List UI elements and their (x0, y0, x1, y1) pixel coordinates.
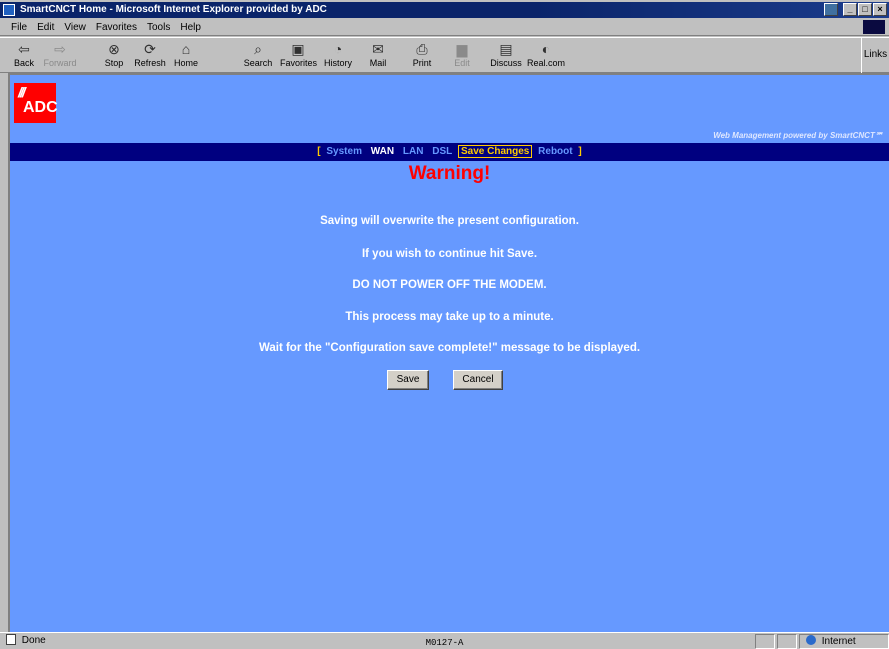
save-button[interactable]: Save (387, 370, 429, 390)
message-wait: Wait for the "Configuration save complet… (258, 342, 641, 354)
browser-window: SmartCNCT Home - Microsoft Internet Expl… (0, 0, 889, 649)
toolbar: ⇦ Back ⇨ Forward ⊗ Stop ⟳ Refresh ⌂ Home… (0, 37, 889, 73)
print-button[interactable]: ⎙ Print (404, 40, 440, 72)
home-button[interactable]: ⌂ Home (168, 40, 204, 72)
discuss-button[interactable]: ▤ Discuss (488, 40, 524, 72)
menu-favorites[interactable]: Favorites (91, 19, 142, 35)
message-overwrite: Saving will overwrite the present config… (320, 215, 579, 227)
realcom-icon: ◐ (541, 41, 551, 57)
adc-logo: /// ADC (14, 83, 58, 123)
favorites-folder-icon: ▣ (291, 41, 305, 57)
refresh-icon: ⟳ (144, 41, 156, 57)
discuss-icon: ▤ (499, 41, 513, 57)
nav-lan[interactable]: LAN (400, 146, 427, 157)
refresh-button[interactable]: ⟳ Refresh (132, 40, 168, 72)
history-button[interactable]: ◔ History (320, 40, 356, 72)
forward-arrow-icon: ⇨ (54, 41, 66, 57)
maximize-button[interactable]: □ (858, 3, 872, 16)
menu-help[interactable]: Help (175, 19, 206, 35)
links-button[interactable]: Links (861, 37, 889, 73)
mail-icon: ✉ (372, 41, 384, 57)
menu-tools[interactable]: Tools (142, 19, 175, 35)
warning-title: Warning! (408, 163, 491, 184)
nav-save-changes[interactable]: Save Changes (458, 145, 533, 158)
nav-bar: [ System WAN LAN DSL Save Changes Reboot… (10, 143, 889, 161)
powered-by-text: Web Management powered by SmartCNCT℠ (713, 131, 883, 140)
edit-icon: ▆ (456, 41, 468, 57)
menu-edit[interactable]: Edit (32, 19, 59, 35)
search-icon: ⌕ (254, 41, 262, 57)
minimize-button[interactable]: _ (843, 3, 857, 16)
figure-caption: M0127-A (425, 638, 464, 648)
windows-logo-icon (863, 20, 885, 34)
nav-reboot[interactable]: Reboot (535, 146, 575, 157)
ie-app-icon (3, 4, 15, 16)
back-arrow-icon: ⇦ (18, 41, 30, 57)
mail-button[interactable]: ✉ Mail (360, 40, 396, 72)
stop-icon: ⊗ (108, 41, 120, 57)
menu-file[interactable]: File (6, 19, 32, 35)
back-button[interactable]: ⇦ Back (6, 40, 42, 72)
title-bar: SmartCNCT Home - Microsoft Internet Expl… (0, 2, 889, 18)
cancel-button[interactable]: Cancel (453, 370, 503, 390)
history-icon: ◔ (333, 41, 343, 57)
realcom-button[interactable]: ◐ Real.com (524, 40, 568, 72)
message-duration: This process may take up to a minute. (345, 311, 554, 323)
taskbar-cube-icon (824, 3, 838, 16)
message-continue: If you wish to continue hit Save. (361, 248, 538, 260)
printer-icon: ⎙ (416, 41, 428, 57)
close-button[interactable]: × (873, 3, 887, 16)
menu-bar: File Edit View Favorites Tools Help (0, 19, 889, 36)
page-content: /// ADC Web Management powered by SmartC… (8, 73, 889, 632)
favorites-button[interactable]: ▣ Favorites (280, 40, 317, 72)
window-title: SmartCNCT Home - Microsoft Internet Expl… (20, 4, 327, 15)
stop-button[interactable]: ⊗ Stop (96, 40, 132, 72)
search-button[interactable]: ⌕ Search (240, 40, 276, 72)
nav-dsl[interactable]: DSL (429, 146, 455, 157)
forward-button[interactable]: ⇨ Forward (42, 40, 78, 72)
nav-system[interactable]: System (323, 146, 365, 157)
message-power: DO NOT POWER OFF THE MODEM. (352, 279, 547, 291)
menu-view[interactable]: View (59, 19, 91, 35)
home-icon: ⌂ (181, 41, 191, 57)
edit-button[interactable]: ▆ Edit (444, 40, 480, 72)
nav-wan[interactable]: WAN (368, 146, 397, 157)
